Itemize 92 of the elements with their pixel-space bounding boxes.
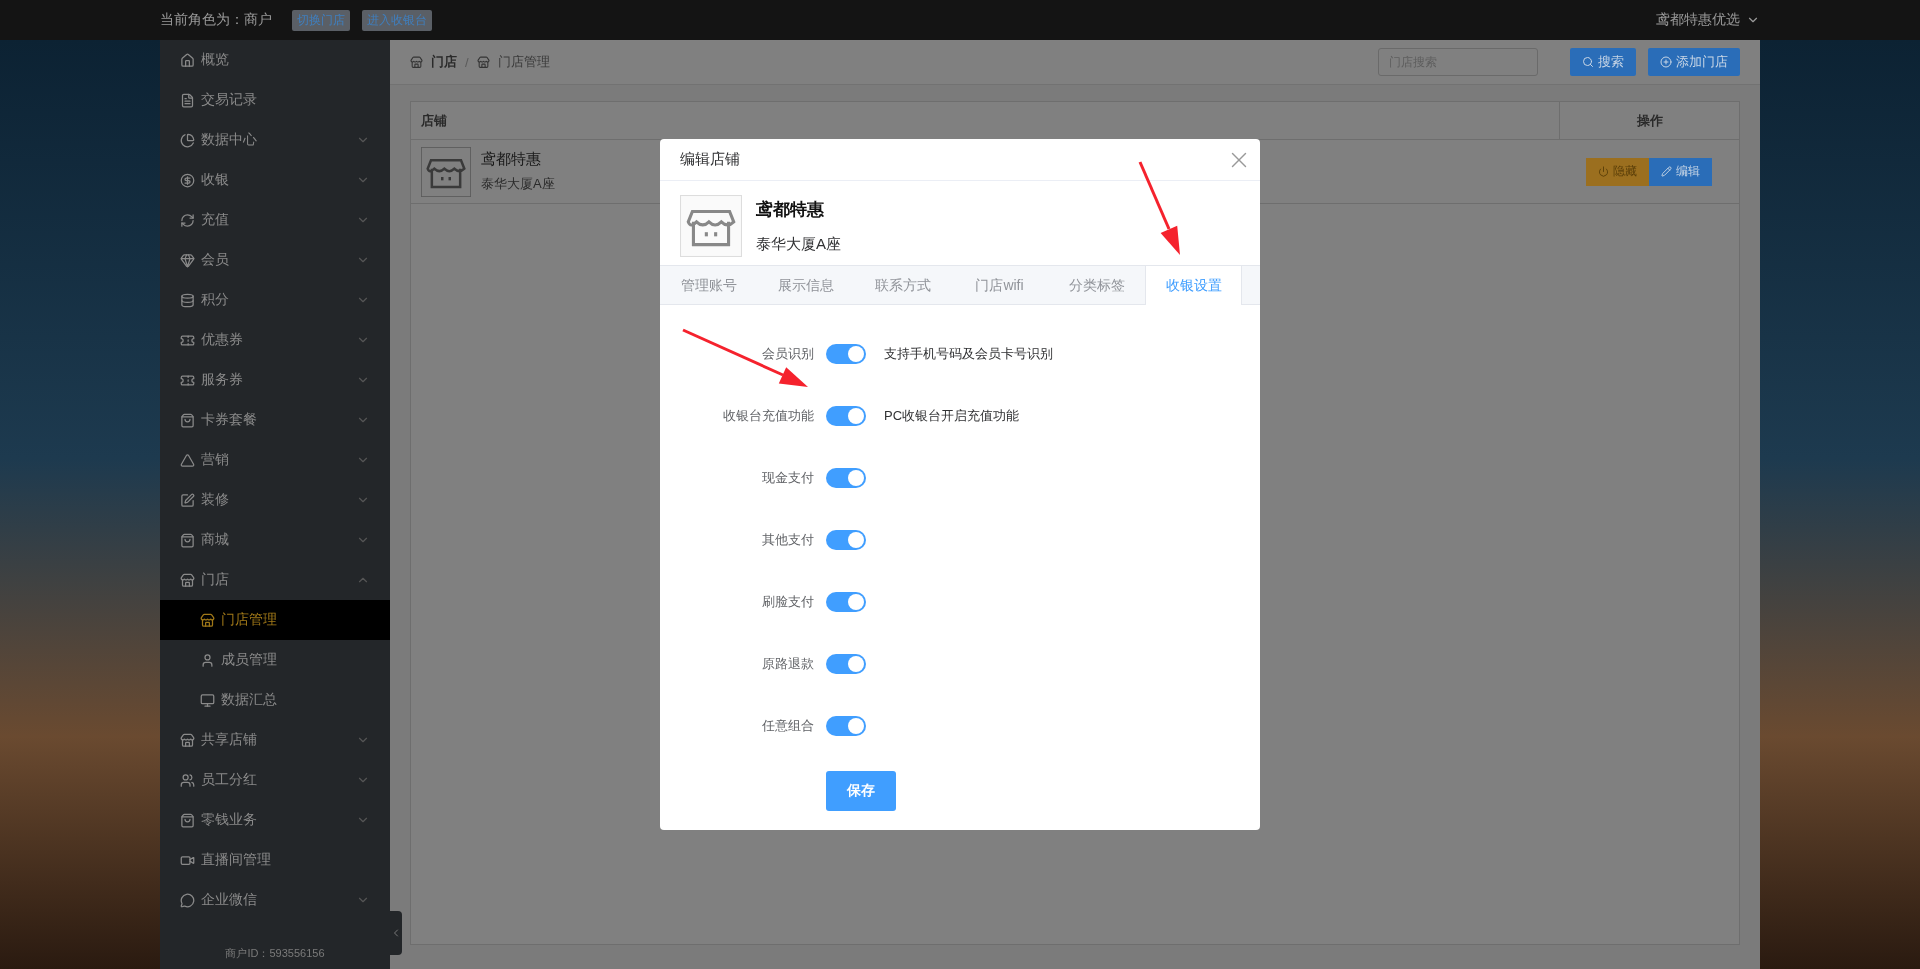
tab[interactable]: 管理账号 [660, 266, 757, 305]
sidebar-item[interactable]: 装修 [160, 480, 390, 520]
user-menu[interactable]: 鸢都特惠优选 [1656, 11, 1760, 29]
toggle-switch[interactable] [826, 468, 866, 488]
chat-icon [180, 892, 195, 908]
setting-label: 原路退款 [761, 655, 814, 673]
save-button[interactable]: 保存 [826, 771, 896, 811]
store-logo-icon [421, 146, 471, 197]
store-icon [476, 55, 490, 69]
sidebar-item[interactable]: 交易记录 [160, 80, 390, 120]
sidebar-item[interactable]: 企业微信 [160, 880, 390, 920]
sidebar-item[interactable]: 员工分红 [160, 760, 390, 800]
breadcrumb-separator: / [465, 54, 469, 70]
monitor-icon [200, 692, 215, 708]
store-name: 鸢都特惠 [481, 150, 542, 169]
triangle-icon [180, 452, 195, 468]
sidebar-item[interactable]: 营销 [160, 440, 390, 480]
sidebar-item[interactable]: 商城 [160, 520, 390, 560]
setting-description: PC收银台开启充值功能 [884, 407, 1020, 425]
add-button[interactable]: 添加门店 [1648, 48, 1740, 76]
merchant-id: 商户ID：593556156 [224, 946, 326, 961]
sidebar-item[interactable]: 积分 [160, 280, 390, 320]
ticket-icon [180, 332, 195, 348]
sidebar-item[interactable]: 数据中心 [160, 120, 390, 160]
collapse-button[interactable] [390, 911, 402, 955]
bag-icon [180, 412, 195, 428]
ticket-icon [180, 372, 195, 388]
pencil-icon [1661, 166, 1672, 177]
document-icon [180, 92, 195, 108]
store-address: 泰华大厦A座 [756, 235, 841, 254]
sidebar-subitem[interactable]: 门店管理 [160, 600, 390, 640]
bag-icon [180, 532, 195, 548]
toggle-switch[interactable] [826, 716, 866, 736]
search-icon [1582, 56, 1594, 68]
toggle-switch[interactable] [826, 344, 866, 364]
breadcrumb-item[interactable]: 门店管理 [497, 53, 550, 71]
sidebar-item[interactable]: 卡券套餐 [160, 400, 390, 440]
sidebar-item[interactable]: 服务券 [160, 360, 390, 400]
hide-button[interactable]: 隐藏 [1586, 157, 1649, 186]
edit-icon [180, 492, 195, 508]
sidebar-item[interactable]: 优惠券 [160, 320, 390, 360]
store-name: 鸢都特惠 [756, 199, 825, 221]
sidebar-item[interactable]: 共享店铺 [160, 720, 390, 760]
sidebar-subitem[interactable]: 数据汇总 [160, 680, 390, 720]
column-header: 操作 [1559, 101, 1739, 140]
setting-label: 收银台充值功能 [722, 407, 814, 425]
role-text: 当前角色为：商户 [160, 11, 272, 29]
store-icon [180, 572, 195, 588]
sidebar-item[interactable]: 会员 [160, 240, 390, 280]
store-icon [200, 612, 215, 628]
sidebar-item[interactable]: 概览 [160, 40, 390, 80]
bag-icon [180, 812, 195, 828]
coin-icon [180, 172, 195, 188]
sidebar-item[interactable]: 充值 [160, 200, 390, 240]
setting-label: 会员识别 [761, 345, 814, 363]
diamond-icon [180, 252, 195, 268]
setting-description: 支持手机号码及会员卡号识别 [884, 345, 1053, 363]
pie-chart-icon [180, 132, 195, 148]
sidebar-item[interactable]: 门店 [160, 560, 390, 600]
column-header: 店铺 [420, 111, 448, 130]
edit-button[interactable]: 编辑 [1649, 157, 1712, 186]
toggle-switch[interactable] [826, 406, 866, 426]
setting-label: 其他支付 [761, 531, 814, 549]
power-icon [1598, 166, 1609, 177]
setting-label: 任意组合 [761, 717, 814, 735]
house-icon [180, 52, 195, 68]
plus-circle-icon [1660, 56, 1672, 68]
tab[interactable]: 分类标签 [1048, 266, 1145, 305]
search-button[interactable]: 搜索 [1570, 48, 1636, 76]
toggle-switch[interactable] [826, 530, 866, 550]
sidebar-item[interactable]: 收银 [160, 160, 390, 200]
tab[interactable]: 联系方式 [854, 266, 951, 305]
setting-label: 刷脸支付 [761, 593, 814, 611]
store-icon [180, 732, 195, 748]
refresh-icon [180, 212, 195, 228]
toggle-switch[interactable] [826, 592, 866, 612]
tab[interactable]: 收银设置 [1145, 266, 1242, 305]
sidebar-item[interactable]: 直播间管理 [160, 840, 390, 880]
people-icon [180, 772, 195, 788]
store-address: 泰华大厦A座 [481, 175, 555, 193]
sidebar-subitem[interactable]: 成员管理 [160, 640, 390, 680]
dialog-title: 编辑店铺 [680, 150, 740, 169]
breadcrumb-item[interactable]: 门店 [431, 53, 457, 71]
tab[interactable]: 展示信息 [757, 266, 854, 305]
user-icon [200, 652, 215, 668]
store-logo-icon [680, 195, 742, 257]
setting-label: 现金支付 [761, 469, 814, 487]
store-icon [410, 55, 423, 69]
database-icon [180, 292, 195, 308]
toggle-switch[interactable] [826, 654, 866, 674]
sidebar-item[interactable]: 零钱业务 [160, 800, 390, 840]
tab[interactable]: 门店wifi [951, 266, 1048, 305]
